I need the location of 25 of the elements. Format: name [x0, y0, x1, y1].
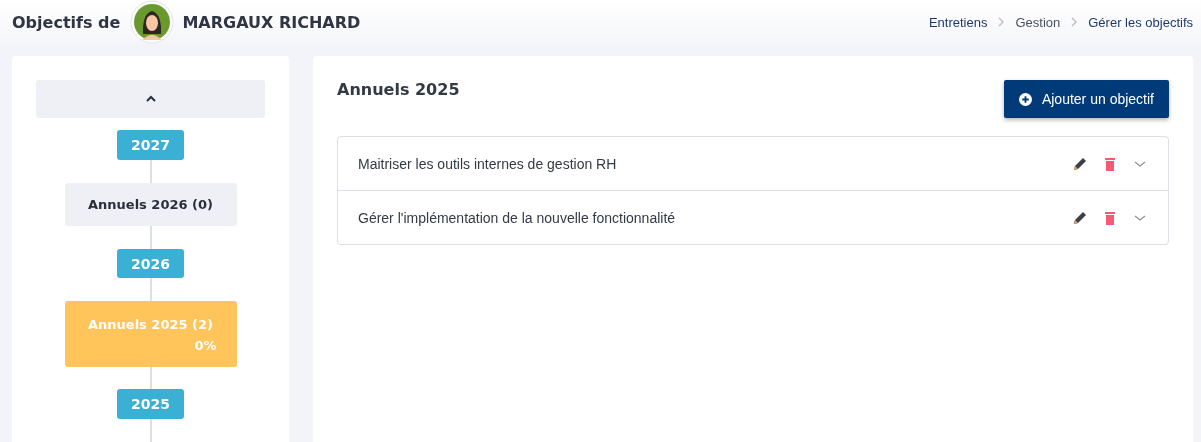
plus-circle-icon [1018, 92, 1032, 106]
person-name: MARGAUX RICHARD [182, 12, 361, 32]
chevron-icon [997, 17, 1006, 27]
section-title: Annuels 2025 [337, 80, 460, 99]
pencil-icon[interactable] [1072, 209, 1088, 226]
objective-title: Gérer l'implémentation de la nouvelle fonctionnalité [358, 209, 677, 226]
year-badge: 2027 [117, 130, 184, 160]
objective-title: Maitriser les outils internes de gestion RH [358, 155, 618, 172]
year-badge: 2025 [117, 389, 184, 420]
page-title: Objectifs de [12, 12, 121, 32]
avatar-icon [130, 0, 175, 44]
period-card[interactable]: Annuels 2026 (0) [64, 182, 237, 226]
year-badge: 2026 [117, 248, 184, 279]
trash-icon[interactable] [1102, 155, 1118, 172]
trash-icon[interactable] [1102, 209, 1118, 226]
period-label: Annuels 2026 (0) [88, 196, 213, 212]
period-label: Annuels 2025 (2) [88, 317, 213, 333]
breadcrumb-link[interactable]: Entretiens [928, 14, 988, 30]
breadcrumb-item: Gestion [1015, 14, 1061, 30]
pencil-icon[interactable] [1072, 155, 1088, 172]
chevron-up-icon [144, 95, 157, 104]
breadcrumb-link[interactable]: Gérer les objectifs [1088, 14, 1193, 30]
add-objective-button[interactable]: Ajouter un objectif [1003, 80, 1169, 118]
chevron-icon [1070, 17, 1079, 27]
progress-text: 0% [194, 338, 217, 354]
